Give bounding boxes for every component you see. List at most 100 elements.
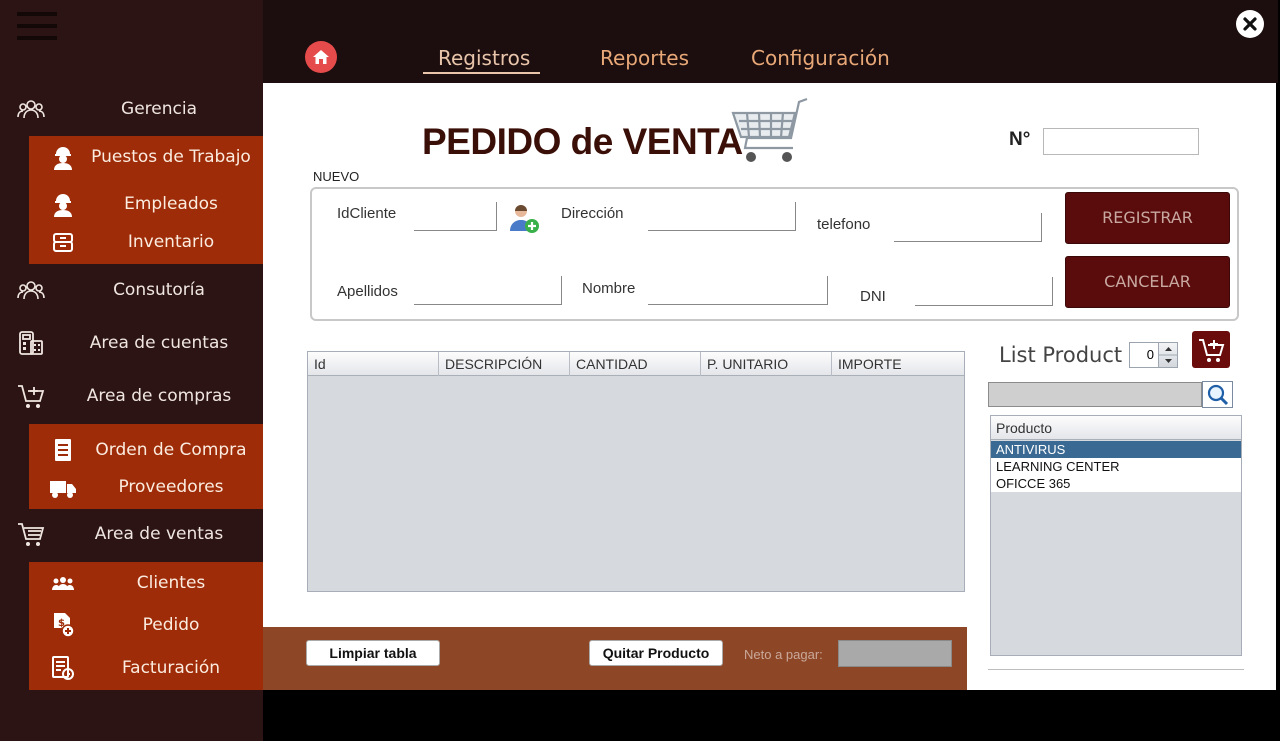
sidebar-subgroup-compras: Orden de Compra Proveedores xyxy=(29,424,263,509)
group-icon xyxy=(17,100,45,119)
calculator-icon xyxy=(19,331,43,355)
sidebar-item-puestos[interactable]: Puestos de Trabajo xyxy=(29,139,263,175)
sidebar-item-label: Area de ventas xyxy=(94,524,224,544)
cancel-button[interactable]: CANCELAR xyxy=(1065,256,1230,308)
sidebar-item-label: Proveedores xyxy=(118,477,224,497)
invoice-icon xyxy=(52,656,74,680)
active-tab-indicator xyxy=(423,72,540,74)
stepper-up-down-icon xyxy=(1159,347,1178,363)
sidebar-item-label: Orden de Compra xyxy=(95,440,247,460)
quantity-stepper[interactable]: 0 xyxy=(1129,342,1178,368)
column-header-cantidad[interactable]: CANTIDAD xyxy=(570,352,701,376)
shopping-cart-icon xyxy=(731,97,808,162)
dni-label: DNI xyxy=(860,288,886,305)
divider xyxy=(988,669,1244,670)
product-column-header[interactable]: Producto xyxy=(991,416,1241,440)
search-icon xyxy=(1207,384,1229,406)
column-header-id[interactable]: Id xyxy=(308,352,439,376)
column-header-importe[interactable]: IMPORTE xyxy=(832,352,964,376)
sidebar-item-consutoria[interactable]: Consutoría xyxy=(0,270,263,310)
list-item[interactable]: ANTIVIRUS xyxy=(991,441,1241,458)
cart-add-icon xyxy=(1199,339,1225,362)
register-purchase-button[interactable]: REGISTRAR COMPRA xyxy=(1065,192,1230,277)
cart-icon xyxy=(18,523,45,546)
nombre-input[interactable] xyxy=(648,276,828,305)
section-label: NUEVO xyxy=(313,169,360,184)
remove-product-button[interactable]: Quitar Producto xyxy=(589,640,723,666)
product-list[interactable]: Producto ANTIVIRUS LEARNING CENTER OFICC… xyxy=(990,415,1242,656)
truck-icon xyxy=(50,481,76,498)
sidebar-item-label: Clientes xyxy=(136,573,206,593)
sidebar-item-proveedores[interactable]: Proveedores xyxy=(29,469,263,505)
apellidos-input[interactable] xyxy=(414,276,562,305)
sidebar-item-gerencia[interactable]: Gerencia xyxy=(0,89,263,129)
table-header: Id DESCRIPCIÓN CANTIDAD P. UNITARIO IMPO… xyxy=(308,352,964,376)
cart-add-icon xyxy=(18,385,45,408)
add-to-cart-button[interactable] xyxy=(1192,331,1230,368)
telefono-input[interactable] xyxy=(894,213,1042,242)
sidebar-item-compras[interactable]: Area de compras xyxy=(0,376,263,416)
close-button[interactable] xyxy=(1236,10,1264,38)
home-button[interactable] xyxy=(305,41,337,73)
sidebar-subgroup-ventas: Clientes $ Pedido Facturación xyxy=(29,562,263,690)
column-header-descripcion[interactable]: DESCRIPCIÓN xyxy=(439,352,570,376)
idcliente-input[interactable] xyxy=(414,202,497,231)
idcliente-label: IdCliente xyxy=(337,205,397,222)
product-search-input[interactable] xyxy=(988,382,1202,407)
sidebar-item-empleados[interactable]: Empleados xyxy=(29,186,263,222)
sidebar-item-ventas[interactable]: Area de ventas xyxy=(0,514,263,554)
sidebar-item-orden-compra[interactable]: Orden de Compra xyxy=(29,432,263,468)
sidebar-item-label: Empleados xyxy=(124,194,218,214)
search-button[interactable] xyxy=(1202,381,1233,408)
worker-icon xyxy=(54,147,72,170)
page-title: PEDIDO de VENTA xyxy=(422,121,743,162)
main-content: PEDIDO de VENTA N° NUEVO IdCliente Direc… xyxy=(263,83,1276,690)
sidebar-item-label: Consutoría xyxy=(113,280,205,300)
tab-registros[interactable]: Registros xyxy=(438,46,530,70)
inventory-icon xyxy=(53,233,73,252)
order-add-icon: $ xyxy=(54,613,75,638)
sidebar-item-inventario[interactable]: Inventario xyxy=(29,224,263,260)
sidebar-item-pedido[interactable]: $ Pedido xyxy=(29,607,263,643)
sidebar-item-label: Gerencia xyxy=(121,99,197,119)
sidebar-item-label: Pedido xyxy=(142,615,200,635)
order-icon xyxy=(55,439,71,461)
order-number-input[interactable] xyxy=(1043,128,1199,155)
sidebar-item-label: Inventario xyxy=(127,232,215,252)
product-list-title: List Product xyxy=(999,343,1123,367)
quantity-value[interactable]: 0 xyxy=(1130,343,1158,367)
sidebar-subgroup-gerencia: Puestos de Trabajo Empleados Inventario xyxy=(29,136,263,264)
group-icon xyxy=(17,281,45,300)
add-user-icon[interactable] xyxy=(507,201,541,235)
sidebar-item-clientes[interactable]: Clientes xyxy=(29,565,263,601)
nombre-label: Nombre xyxy=(582,280,636,297)
list-item[interactable]: LEARNING CENTER xyxy=(991,458,1241,475)
tab-reportes[interactable]: Reportes xyxy=(600,46,689,70)
column-header-p-unitario[interactable]: P. UNITARIO xyxy=(701,352,832,376)
sidebar-item-label: Area de compras xyxy=(86,386,232,406)
bottom-toolbar: Limpiar tabla Quitar Producto Neto a pag… xyxy=(263,627,967,690)
order-items-table[interactable]: Id DESCRIPCIÓN CANTIDAD P. UNITARIO IMPO… xyxy=(307,351,965,592)
list-item[interactable]: OFICCE 365 xyxy=(991,475,1241,492)
sidebar-item-label: Puestos de Trabajo xyxy=(91,147,251,167)
sidebar-item-label: Area de cuentas xyxy=(89,333,229,353)
worker-icon xyxy=(54,194,72,217)
close-icon xyxy=(1243,17,1257,31)
clients-icon xyxy=(52,577,74,590)
dni-input[interactable] xyxy=(915,277,1053,306)
sidebar-item-cuentas[interactable]: Area de cuentas xyxy=(0,323,263,363)
direccion-input[interactable] xyxy=(648,202,796,231)
telefono-label: telefono xyxy=(817,216,871,233)
net-amount-value xyxy=(838,640,952,667)
hamburger-menu-icon[interactable] xyxy=(17,12,57,42)
sidebar-item-label: Facturación xyxy=(121,658,221,678)
clear-table-button[interactable]: Limpiar tabla xyxy=(306,640,440,666)
stepper-arrows[interactable] xyxy=(1158,343,1178,367)
sidebar: Gerencia Puestos de Trabajo Empleados In… xyxy=(0,0,263,741)
direccion-label: Dirección xyxy=(561,205,624,222)
topbar: Registros Reportes Configuración xyxy=(263,0,1278,83)
sidebar-item-facturacion[interactable]: Facturación xyxy=(29,650,263,686)
order-number-label: N° xyxy=(1009,129,1031,150)
net-amount-label: Neto a pagar: xyxy=(744,647,823,662)
tab-configuracion[interactable]: Configuración xyxy=(751,46,890,70)
